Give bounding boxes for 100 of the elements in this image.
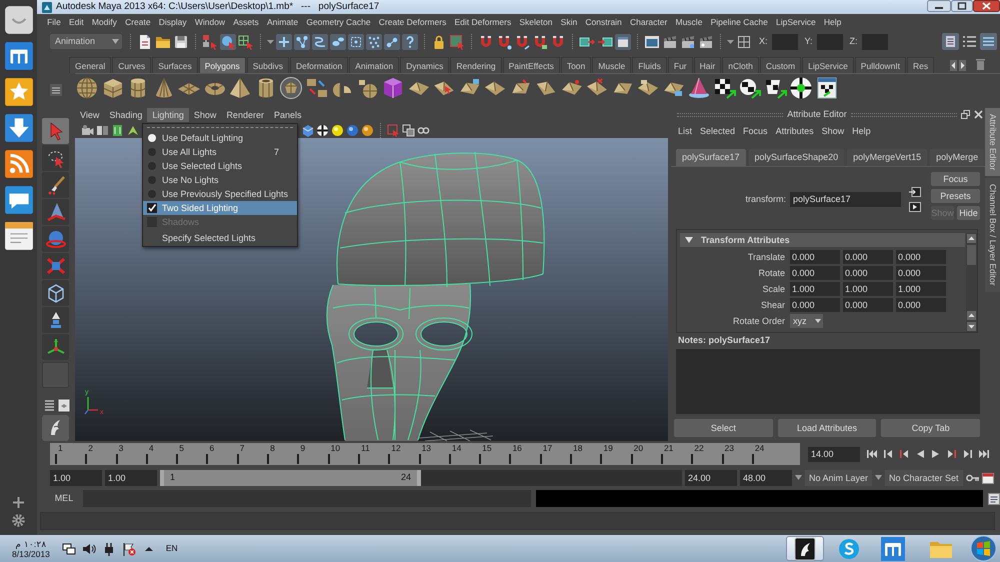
node-tab[interactable]: polySurfaceShape20 [748, 149, 844, 166]
tool-button[interactable] [42, 307, 69, 333]
notepad-icon[interactable] [4, 221, 34, 251]
menu-item[interactable]: Create Deformers [374, 18, 450, 28]
list-icon[interactable] [44, 399, 55, 412]
tool-button[interactable] [42, 280, 69, 306]
node-name-field[interactable]: polySurface17 [790, 192, 901, 206]
smiley-icon[interactable] [4, 5, 34, 35]
checker-arrow-icon[interactable] [738, 76, 762, 100]
caret-icon[interactable] [875, 475, 882, 480]
menu-item[interactable]: Selected [696, 126, 740, 136]
value-field[interactable]: 0.000 [790, 266, 840, 280]
close-icon[interactable] [973, 0, 1000, 12]
step-back-frame-icon[interactable] [898, 448, 910, 460]
panel-menu[interactable]: Show [188, 108, 222, 122]
sphere-icon[interactable] [75, 76, 99, 100]
menu-item[interactable]: Use Previously Specified Lights [143, 187, 297, 201]
go-to-end-icon[interactable] [978, 448, 990, 460]
shelf-tab[interactable]: Fur [668, 57, 693, 73]
document-lines-icon[interactable] [988, 492, 1000, 504]
value-field[interactable]: 1.000 [896, 282, 946, 296]
input-language-label[interactable]: EN [166, 544, 178, 554]
window-icon[interactable] [615, 34, 631, 50]
shelf-tab[interactable]: Fluids [632, 57, 667, 73]
shelf-tab[interactable]: Animation [349, 57, 400, 73]
shelf-tab[interactable]: Surfaces [152, 57, 198, 73]
caret-icon[interactable] [795, 475, 802, 480]
feather-button-icon[interactable] [42, 415, 69, 441]
side-tab[interactable]: Channel Box / Layer Editor [985, 178, 1000, 292]
scroll-up-icon[interactable] [967, 234, 976, 243]
rotate-order-dropdown[interactable]: xyz [790, 314, 823, 328]
arrow-in-box-icon[interactable] [909, 186, 921, 196]
ellipses-icon[interactable] [330, 34, 346, 50]
menu-item[interactable]: Create [120, 18, 155, 28]
scroll-right-icon[interactable] [959, 60, 966, 70]
menu-item[interactable]: Display [154, 18, 191, 28]
menu-item[interactable]: LipService [772, 18, 820, 28]
menu-item[interactable]: Two Sided Lighting [143, 201, 297, 215]
menu-item[interactable]: Use No Lights [143, 173, 297, 187]
panel-button[interactable]: Select [674, 419, 773, 437]
tool-button[interactable] [42, 172, 69, 198]
panel-button[interactable]: Load Attributes [778, 419, 876, 437]
document-icon[interactable] [137, 34, 153, 50]
head-model-drawing[interactable] [326, 152, 545, 441]
clapperboard-icon[interactable] [662, 34, 678, 50]
menu-item[interactable]: Animate [262, 18, 302, 28]
collapse-triangle-icon[interactable] [685, 236, 693, 244]
focus-button[interactable]: Focus [931, 172, 980, 186]
window-tile-icon[interactable] [4, 41, 34, 71]
magnet-icon[interactable] [532, 34, 548, 50]
coordinate-field[interactable] [772, 34, 798, 50]
dot-cloud-icon[interactable] [366, 34, 382, 50]
shelf-tab[interactable]: PulldownIt [854, 57, 906, 73]
menu-item[interactable]: Show [818, 126, 848, 136]
grid-cursor-icon[interactable] [238, 34, 254, 50]
panel-button[interactable]: Copy Tab [881, 419, 980, 437]
taskbar-button[interactable] [786, 536, 824, 561]
menu-item[interactable]: Use All Lights 7 [143, 145, 297, 159]
speaker-icon[interactable] [82, 542, 96, 556]
two-panels-icon[interactable] [96, 124, 109, 136]
start-time-field[interactable]: 1.00 [50, 470, 102, 486]
overlapping-squares-icon[interactable] [961, 110, 970, 119]
pyramid-icon[interactable] [228, 76, 252, 100]
range-slider-bar[interactable]: 1 24 [160, 470, 421, 486]
coordinate-field[interactable] [862, 34, 888, 50]
side-tab[interactable]: Attribute Editor [985, 108, 1000, 176]
key-icon[interactable] [966, 474, 979, 482]
step-forward-key-icon[interactable] [962, 448, 974, 460]
checkbox[interactable] [147, 203, 157, 213]
flag-error-icon[interactable] [122, 542, 136, 556]
menu-item[interactable]: File [43, 18, 65, 28]
menu-item[interactable]: Muscle [671, 18, 707, 28]
play-box-icon[interactable] [909, 202, 921, 212]
checker-sphere-icon[interactable] [316, 124, 329, 136]
panel-menu[interactable]: View [75, 108, 104, 122]
playback-end-field[interactable]: 24.00 [685, 470, 737, 486]
menu-item[interactable]: Character [626, 18, 672, 28]
shelf-menu-icon[interactable] [50, 84, 62, 96]
grid-square-icon[interactable] [736, 34, 752, 50]
shelf-tab[interactable]: Hair [694, 57, 722, 73]
value-field[interactable]: 0.000 [896, 266, 946, 280]
image-window-icon[interactable] [644, 34, 660, 50]
clapperboard-icon[interactable] [698, 34, 714, 50]
value-field[interactable]: 1.000 [790, 282, 840, 296]
menu-item[interactable]: Skeleton [515, 18, 557, 28]
step-forward-frame-icon[interactable] [946, 448, 958, 460]
script-language-label[interactable]: MEL [50, 493, 78, 504]
range-slider-track[interactable]: 1 24 [160, 470, 682, 486]
end-time-field[interactable]: 48.00 [740, 470, 792, 486]
step-back-key-icon[interactable] [882, 448, 894, 460]
point-pair-icon[interactable] [384, 34, 400, 50]
menu-item[interactable]: List [674, 126, 696, 136]
tool-button[interactable] [42, 199, 69, 225]
shelf-tab[interactable]: LipService [802, 57, 854, 73]
menu-item[interactable]: Attributes [772, 126, 818, 136]
menu-item[interactable]: Specify Selected Lights [143, 231, 297, 245]
sphere-cursor-icon[interactable] [220, 34, 236, 50]
menu-item[interactable]: Pipeline Cache [706, 18, 772, 28]
menu-item[interactable]: Skin [556, 18, 582, 28]
shelf-tab[interactable]: Res [907, 57, 934, 73]
